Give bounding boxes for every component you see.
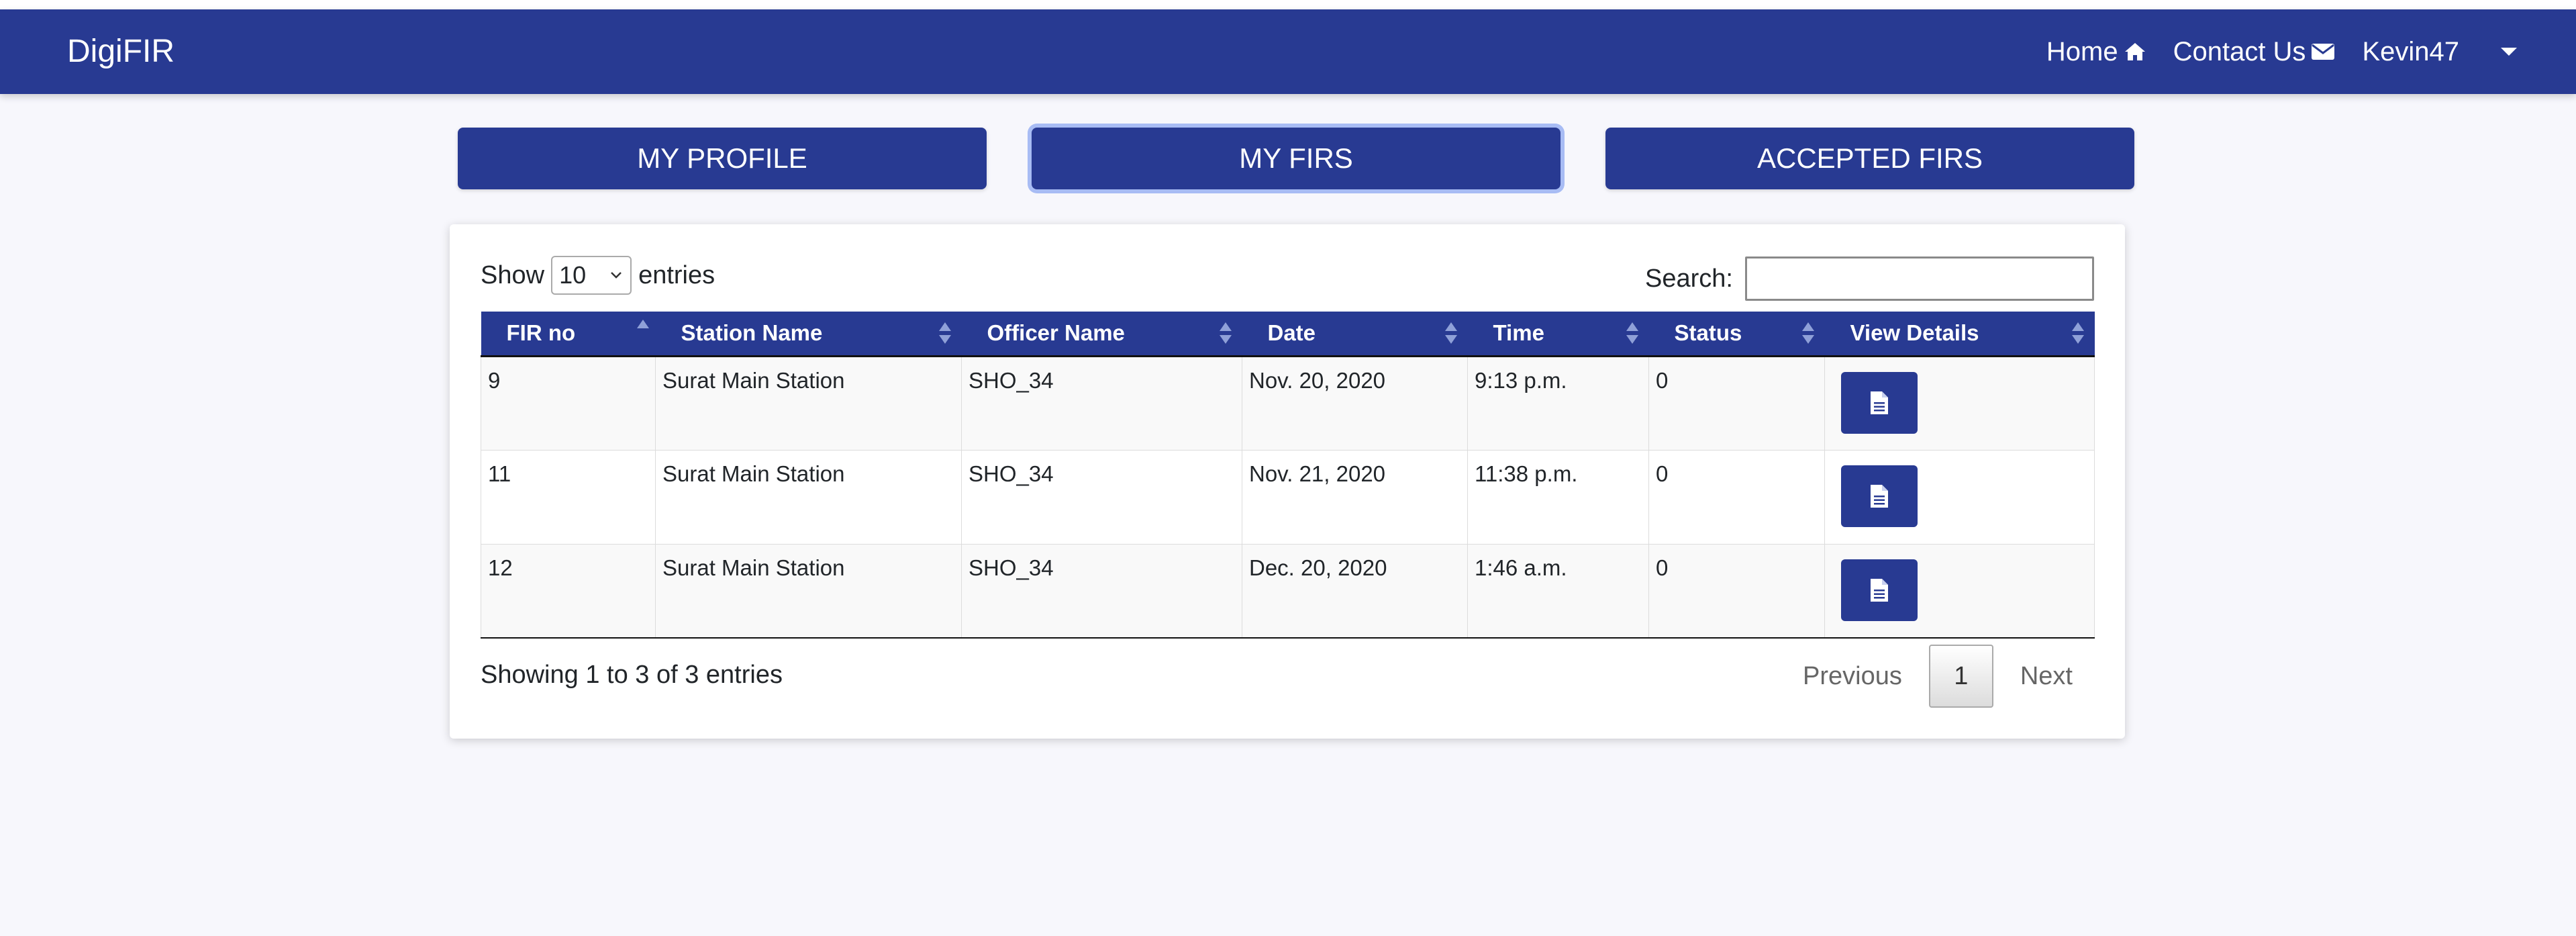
cell-date: Dec. 20, 2020 — [1242, 544, 1468, 639]
cell-status: 0 — [1648, 544, 1825, 639]
sort-icon — [938, 322, 951, 345]
page-length-value: 10 — [559, 261, 587, 289]
column-header-time[interactable]: Time — [1467, 312, 1649, 357]
search-control: Search: — [1645, 255, 2094, 302]
envelope-icon — [2312, 44, 2335, 60]
sort-icon — [1219, 322, 1232, 345]
navbar: DigiFIR Home Contact Us Kevin47 — [0, 9, 2576, 94]
page-length-select[interactable]: 10 — [551, 256, 632, 295]
cell-fir-no: 11 — [481, 450, 656, 545]
column-header-label: Date — [1267, 320, 1316, 346]
view-details-button[interactable] — [1841, 559, 1918, 621]
column-header-officer-name[interactable]: Officer Name — [961, 312, 1242, 357]
cell-officer-name: SHO_34 — [961, 356, 1242, 451]
cell-status: 0 — [1648, 356, 1825, 451]
home-icon — [2124, 43, 2145, 60]
table-row: 9 Surat Main Station SHO_34 Nov. 20, 202… — [481, 356, 2095, 451]
column-header-label: Time — [1493, 320, 1544, 346]
user-menu-toggle[interactable]: Kevin47 — [2362, 37, 2517, 67]
cell-time: 1:46 a.m. — [1467, 544, 1649, 639]
sort-icon — [1626, 322, 1638, 345]
cell-officer-name: SHO_34 — [961, 544, 1242, 639]
my-profile-button[interactable]: MY PROFILE — [458, 128, 987, 189]
column-header-station-name[interactable]: Station Name — [655, 312, 962, 357]
column-header-status[interactable]: Status — [1648, 312, 1825, 357]
cell-officer-name: SHO_34 — [961, 450, 1242, 545]
column-header-label: Status — [1674, 320, 1742, 346]
search-input[interactable] — [1745, 256, 2094, 301]
nav-contact-label: Contact Us — [2173, 36, 2306, 66]
cell-view-details — [1824, 356, 2095, 451]
cell-time: 11:38 p.m. — [1467, 450, 1649, 545]
cell-date: Nov. 20, 2020 — [1242, 356, 1468, 451]
sort-icon — [1801, 322, 1814, 345]
next-page-button[interactable]: Next — [1993, 662, 2099, 691]
cell-date: Nov. 21, 2020 — [1242, 450, 1468, 545]
table-row: 12 Surat Main Station SHO_34 Dec. 20, 20… — [481, 544, 2095, 639]
cell-fir-no: 9 — [481, 356, 656, 451]
sort-icon — [1444, 322, 1457, 345]
table-info: Showing 1 to 3 of 3 entries — [481, 661, 783, 689]
cell-view-details — [1824, 544, 2095, 639]
sort-icon — [2071, 322, 2084, 345]
view-details-button[interactable] — [1841, 371, 1918, 434]
column-header-label: Officer Name — [987, 320, 1125, 346]
cell-time: 9:13 p.m. — [1467, 356, 1649, 451]
table-header-row: FIR no Station Name Officer Name Date Ti… — [481, 312, 2095, 357]
cell-station-name: Surat Main Station — [655, 544, 962, 639]
firs-table-card: Show 10 entries Search: FIR no Station N… — [450, 224, 2125, 739]
previous-page-button[interactable]: Previous — [1776, 662, 1929, 691]
cell-view-details — [1824, 450, 2095, 545]
table-row: 11 Surat Main Station SHO_34 Nov. 21, 20… — [481, 450, 2095, 545]
cell-station-name: Surat Main Station — [655, 450, 962, 545]
sort-ascending-icon — [636, 320, 649, 342]
column-header-label: View Details — [1850, 320, 1979, 346]
page-length-control: Show 10 entries — [481, 255, 715, 295]
column-header-view-details[interactable]: View Details — [1824, 312, 2095, 357]
top-strip — [0, 0, 2576, 9]
nav-home-label: Home — [2046, 36, 2118, 66]
document-icon — [1871, 391, 1888, 414]
chevron-down-icon — [2501, 48, 2517, 56]
nav-home-link[interactable]: Home — [2046, 37, 2146, 67]
chevron-down-icon — [611, 272, 622, 279]
nav-contact-link[interactable]: Contact Us — [2173, 37, 2336, 67]
firs-table: FIR no Station Name Officer Name Date Ti… — [481, 312, 2095, 639]
user-name: Kevin47 — [2362, 36, 2459, 66]
cell-station-name: Surat Main Station — [655, 356, 962, 451]
accepted-firs-button[interactable]: ACCEPTED FIRS — [1605, 128, 2134, 189]
cell-status: 0 — [1648, 450, 1825, 545]
page-1-button[interactable]: 1 — [1928, 645, 1993, 708]
entries-label: entries — [638, 261, 715, 289]
column-header-date[interactable]: Date — [1242, 312, 1468, 357]
column-header-label: FIR no — [506, 320, 576, 346]
show-label: Show — [481, 261, 545, 289]
my-firs-button[interactable]: MY FIRS — [1032, 128, 1561, 189]
brand-logo-text[interactable]: DigiFIR — [67, 32, 175, 71]
search-label: Search: — [1645, 264, 1733, 293]
document-icon — [1871, 484, 1888, 508]
view-details-button[interactable] — [1841, 465, 1918, 527]
pagination: Previous 1 Next — [1776, 645, 2099, 708]
document-icon — [1871, 578, 1888, 602]
column-header-label: Station Name — [681, 320, 823, 346]
column-header-fir-no[interactable]: FIR no — [481, 312, 656, 357]
cell-fir-no: 12 — [481, 544, 656, 639]
nav-links: Home Contact Us Kevin47 — [2020, 32, 2517, 71]
